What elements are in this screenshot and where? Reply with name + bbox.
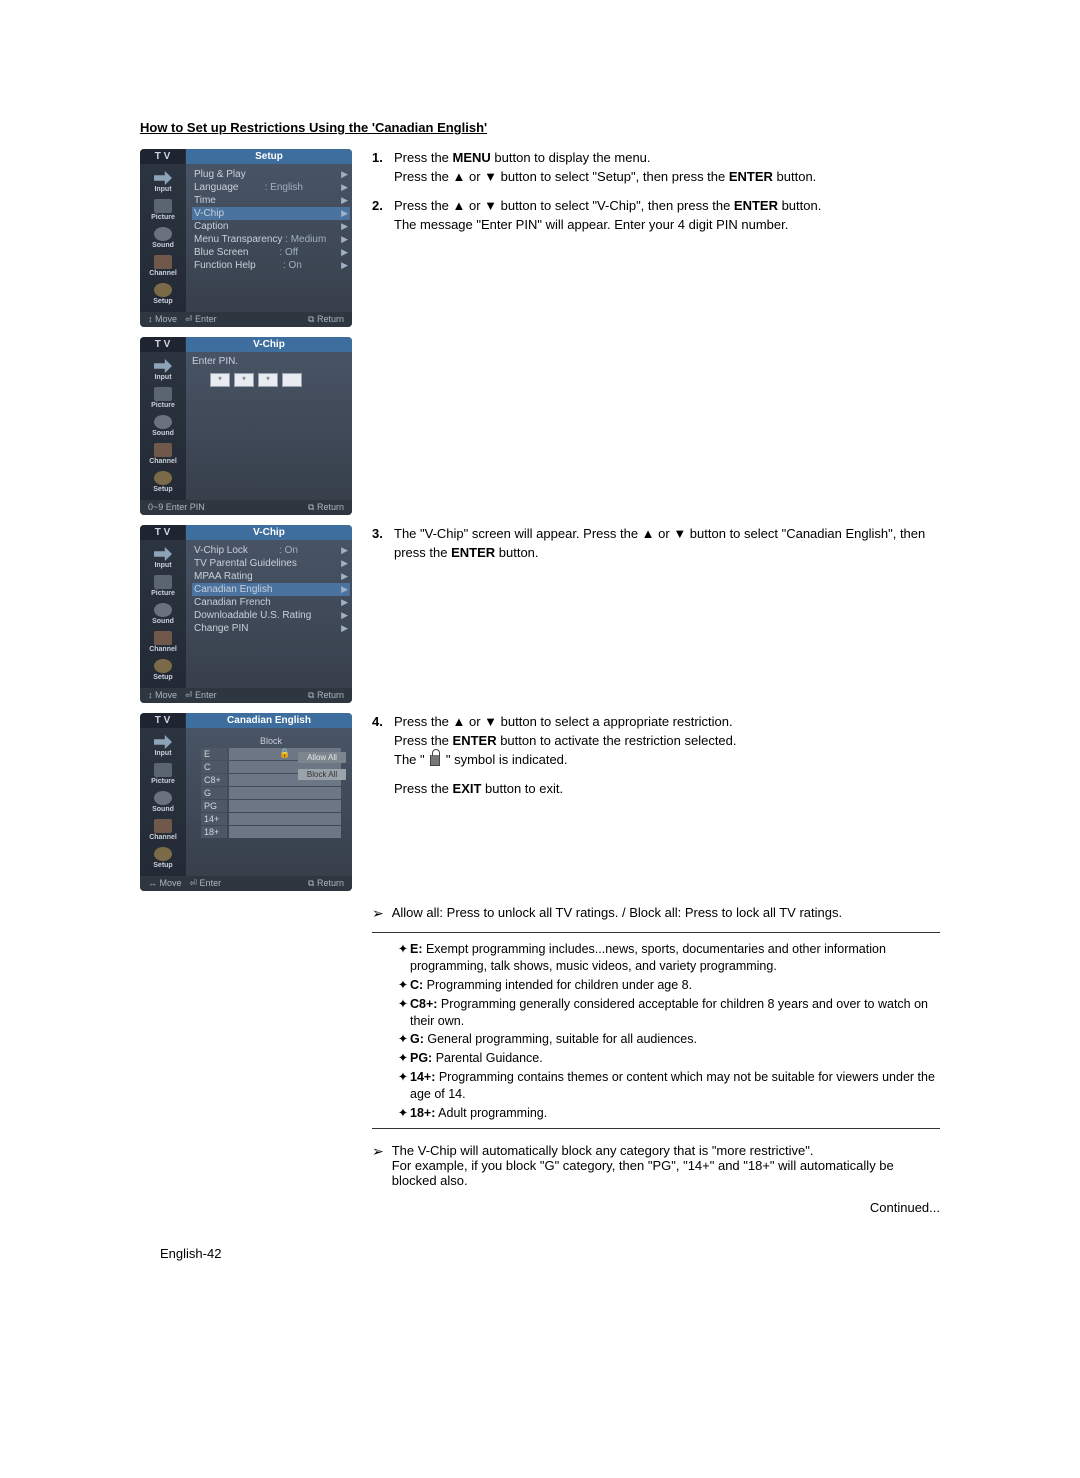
panel-vchip-header: V-Chip	[186, 525, 352, 540]
continued-label: Continued...	[870, 1200, 940, 1215]
step-3-num: 3.	[372, 525, 394, 544]
rating-row[interactable]: PG	[201, 800, 341, 812]
setup-icon	[154, 471, 172, 485]
side-channel[interactable]: Channel	[141, 255, 185, 277]
menu-item[interactable]: Function Help: On▶	[192, 259, 350, 272]
picture-icon	[154, 763, 172, 777]
menu-item[interactable]: Time▶	[192, 194, 350, 207]
panel-canadian-english: T V Canadian English Input Picture Sound…	[140, 713, 352, 891]
definition-item: ✦E: Exempt programming includes...news, …	[396, 941, 940, 975]
panel-setup-header: Setup	[186, 149, 352, 164]
sound-icon	[154, 227, 172, 241]
note-auto: ➢ The V-Chip will automatically block an…	[372, 1143, 940, 1188]
rating-row[interactable]: 18+	[201, 826, 341, 838]
menu-item[interactable]: Language: English▶	[192, 181, 350, 194]
menu-item[interactable]: Blue Screen: Off▶	[192, 246, 350, 259]
sound-icon	[154, 603, 172, 617]
step-4-num: 4.	[372, 713, 394, 732]
page-number: English-42	[160, 1246, 221, 1261]
panel-setup: T V Setup Input Picture Sound Channel Se…	[140, 149, 352, 327]
setup-icon	[154, 659, 172, 673]
menu-item[interactable]: TV Parental Guidelines▶	[192, 557, 350, 570]
side-setup[interactable]: Setup	[141, 283, 185, 305]
definition-item: ✦C: Programming intended for children un…	[396, 977, 940, 994]
menu-item[interactable]: Canadian English▶	[192, 583, 350, 596]
picture-icon	[154, 575, 172, 589]
setup-icon	[154, 283, 172, 297]
input-icon	[154, 735, 172, 749]
menu-item[interactable]: Change PIN▶	[192, 622, 350, 635]
side-input[interactable]: Input	[141, 171, 185, 193]
menu-item[interactable]: Downloadable U.S. Rating▶	[192, 609, 350, 622]
menu-item[interactable]: V-Chip Lock: On▶	[192, 544, 350, 557]
channel-icon	[154, 443, 172, 457]
channel-icon	[154, 255, 172, 269]
page-title: How to Set up Restrictions Using the 'Ca…	[140, 120, 940, 135]
pin-1[interactable]: *	[210, 373, 230, 387]
input-icon	[154, 547, 172, 561]
menu-item[interactable]: V-Chip▶	[192, 207, 350, 220]
definition-item: ✦G: General programming, suitable for al…	[396, 1031, 940, 1048]
step-1: Press the MENU button to display the men…	[394, 149, 816, 187]
step-3: The "V-Chip" screen will appear. Press t…	[394, 525, 940, 563]
sound-icon	[154, 791, 172, 805]
enter-pin-label: Enter PIN.	[192, 356, 350, 367]
step-2: Press the ▲ or ▼ button to select "V-Chi…	[394, 197, 821, 235]
panel-footer: ↕ Move ⏎ Enter ⧉ Return	[140, 312, 352, 327]
panel-pin-header: V-Chip	[186, 337, 352, 352]
pin-3[interactable]: *	[258, 373, 278, 387]
tv-label: T V	[140, 149, 186, 164]
menu-item[interactable]: Menu Transparency: Medium▶	[192, 233, 350, 246]
block-header: Block	[201, 736, 341, 748]
allow-all-button[interactable]: Allow All	[298, 752, 346, 763]
step-1-num: 1.	[372, 149, 394, 168]
definition-item: ✦PG: Parental Guidance.	[396, 1050, 940, 1067]
pin-4[interactable]	[282, 373, 302, 387]
side-tabs: Input Picture Sound Channel Setup	[140, 352, 186, 500]
sound-icon	[154, 415, 172, 429]
rating-row[interactable]: G	[201, 787, 341, 799]
channel-icon	[154, 631, 172, 645]
definition-item: ✦18+: Adult programming.	[396, 1105, 940, 1122]
definition-item: ✦14+: Programming contains themes or con…	[396, 1069, 940, 1103]
rating-row[interactable]: 14+	[201, 813, 341, 825]
setup-icon	[154, 847, 172, 861]
input-icon	[154, 171, 172, 185]
side-sound[interactable]: Sound	[141, 227, 185, 249]
setup-menu: Plug & Play▶Language: English▶Time▶V-Chi…	[186, 164, 352, 312]
input-icon	[154, 359, 172, 373]
menu-item[interactable]: Caption▶	[192, 220, 350, 233]
step-4: Press the ▲ or ▼ button to select a appr…	[394, 713, 737, 798]
pin-fields[interactable]: * * *	[210, 373, 350, 387]
note-allowblock: ➢ Allow all: Press to unlock all TV rati…	[372, 905, 940, 922]
side-picture[interactable]: Picture	[141, 199, 185, 221]
panel-vchip: T V V-Chip Input Picture Sound Channel S…	[140, 525, 352, 703]
picture-icon	[154, 387, 172, 401]
block-all-button[interactable]: Block All	[298, 769, 346, 780]
menu-item[interactable]: Plug & Play▶	[192, 168, 350, 181]
definition-item: ✦C8+: Programming generally considered a…	[396, 996, 940, 1030]
step-2-num: 2.	[372, 197, 394, 216]
lock-icon	[430, 755, 440, 766]
panel-pin: T V V-Chip Input Picture Sound Channel S…	[140, 337, 352, 515]
arrow-icon: ➢	[372, 1143, 384, 1160]
channel-icon	[154, 819, 172, 833]
arrow-icon: ➢	[372, 905, 384, 922]
side-tabs: Input Picture Sound Channel Setup	[140, 164, 186, 312]
menu-item[interactable]: MPAA Rating▶	[192, 570, 350, 583]
panel-caneng-header: Canadian English	[186, 713, 352, 728]
picture-icon	[154, 199, 172, 213]
pin-2[interactable]: *	[234, 373, 254, 387]
menu-item[interactable]: Canadian French▶	[192, 596, 350, 609]
